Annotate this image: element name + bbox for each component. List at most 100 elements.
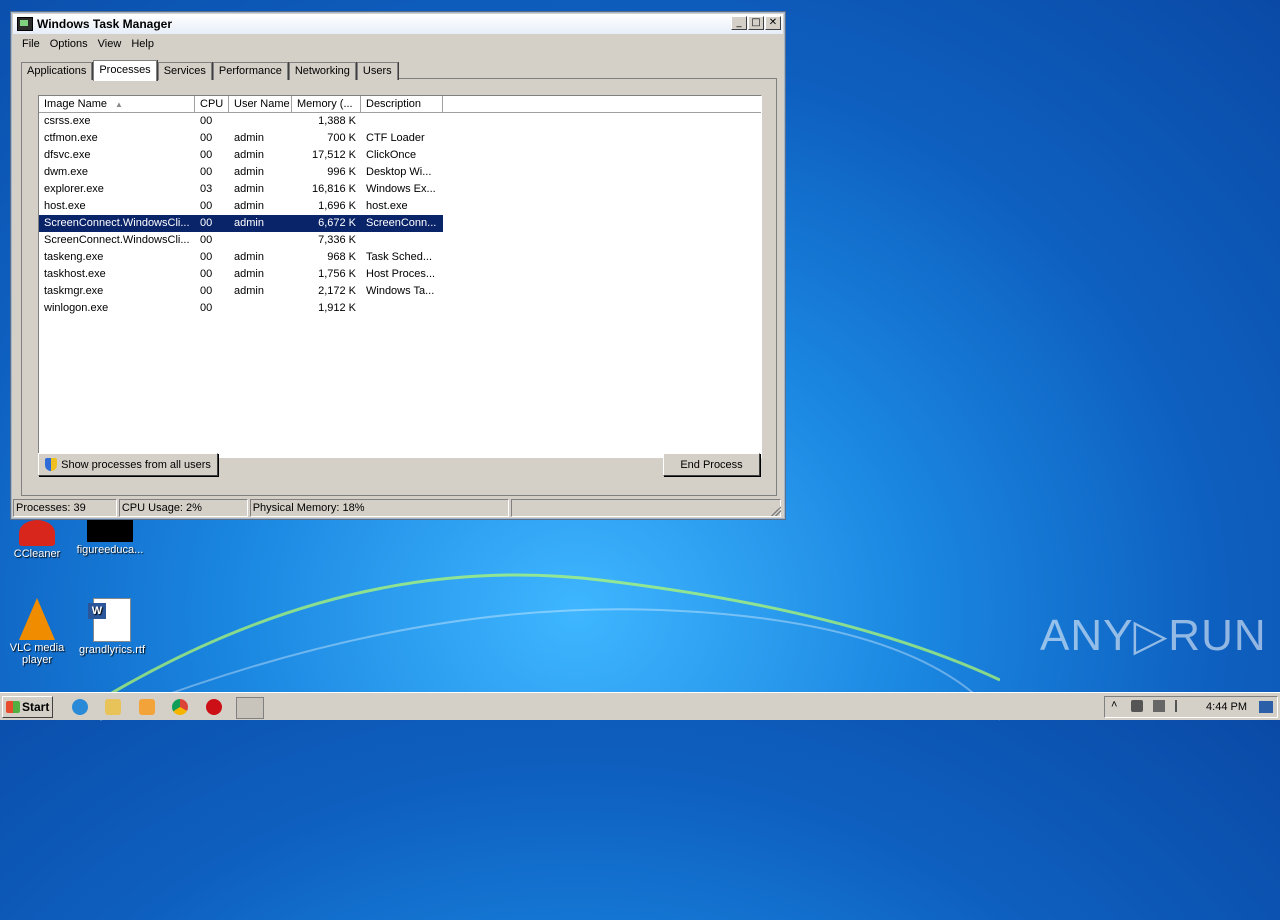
process-row[interactable]: taskeng.exe 00 admin 968 K Task Sched... bbox=[39, 249, 761, 266]
process-memory: 2,172 K bbox=[318, 285, 356, 297]
process-row[interactable]: ScreenConnect.WindowsCli... 00 7,336 K bbox=[39, 232, 761, 249]
status-physical-memory: Physical Memory: 18% bbox=[249, 499, 510, 517]
process-memory: 1,756 K bbox=[318, 268, 356, 280]
show-desktop-icon[interactable] bbox=[1259, 701, 1273, 713]
tab-processes[interactable]: Processes bbox=[93, 60, 157, 81]
process-row[interactable]: taskmgr.exe 00 admin 2,172 K Windows Ta... bbox=[39, 283, 761, 300]
process-row[interactable]: explorer.exe 03 admin 16,816 K Windows Ex... bbox=[39, 181, 761, 198]
process-description: host.exe bbox=[366, 200, 408, 212]
process-user-name bbox=[229, 113, 292, 130]
process-memory: 968 K bbox=[327, 251, 356, 263]
desktop-icon-figureeduca[interactable]: figureeduca... bbox=[75, 520, 145, 556]
process-description: Windows Ex... bbox=[366, 183, 436, 195]
window-title: Windows Task Manager bbox=[37, 17, 173, 31]
desktop-icon-label: VLC media player bbox=[9, 642, 65, 666]
process-image-name: winlogon.exe bbox=[44, 302, 109, 314]
column-header-label: Image Name bbox=[44, 98, 107, 110]
process-image-name: host.exe bbox=[44, 200, 86, 212]
process-memory: 700 K bbox=[327, 132, 356, 144]
taskbar: Start ˄ 4:44 PM bbox=[0, 692, 1280, 720]
process-list[interactable]: Image Name ▲ CPU User Name Memory (... De… bbox=[38, 95, 762, 458]
desktop-icon-grandlyrics[interactable]: W grandlyrics.rtf bbox=[77, 598, 147, 656]
show-hidden-icons-icon[interactable]: ˄ bbox=[1111, 699, 1117, 711]
process-memory: 6,672 K bbox=[292, 215, 361, 232]
resize-grip[interactable] bbox=[771, 506, 781, 516]
process-memory: 1,912 K bbox=[318, 302, 356, 314]
media-player-icon[interactable] bbox=[139, 699, 155, 715]
process-user-name: admin bbox=[234, 285, 264, 297]
tab-performance[interactable]: Performance bbox=[212, 62, 288, 80]
process-memory: 17,512 K bbox=[311, 149, 356, 161]
menu-help[interactable]: Help bbox=[126, 36, 159, 52]
process-row[interactable]: dfsvc.exe 00 admin 17,512 K ClickOnce bbox=[39, 147, 761, 164]
process-memory: 1,388 K bbox=[318, 115, 356, 127]
process-row[interactable]: ctfmon.exe 00 admin 700 K CTF Loader bbox=[39, 130, 761, 147]
process-user-name: admin bbox=[234, 251, 264, 263]
column-header-user-name[interactable]: User Name bbox=[229, 96, 292, 112]
process-image-name: explorer.exe bbox=[44, 183, 104, 195]
internet-explorer-icon[interactable] bbox=[72, 699, 88, 715]
volume-icon[interactable] bbox=[1131, 700, 1143, 712]
explorer-folder-icon[interactable] bbox=[105, 699, 121, 715]
desktop-icon-label: figureeduca... bbox=[76, 544, 144, 556]
tab-users[interactable]: Users bbox=[356, 62, 398, 80]
show-all-processes-button[interactable]: Show processes from all users bbox=[38, 453, 218, 476]
process-description bbox=[361, 113, 443, 130]
tab-networking[interactable]: Networking bbox=[288, 62, 356, 80]
process-description: ScreenConn... bbox=[361, 215, 443, 232]
process-image-name: ScreenConnect.WindowsCli... bbox=[39, 215, 195, 232]
process-row[interactable]: host.exe 00 admin 1,696 K host.exe bbox=[39, 198, 761, 215]
process-memory: 16,816 K bbox=[311, 183, 356, 195]
chrome-icon[interactable] bbox=[172, 699, 188, 715]
maximize-button[interactable]: □ bbox=[748, 16, 764, 30]
menu-options[interactable]: Options bbox=[45, 36, 93, 52]
process-description: Task Sched... bbox=[366, 251, 433, 263]
minimize-button[interactable]: _ bbox=[731, 16, 747, 30]
menu-bar: File Options View Help bbox=[17, 36, 159, 52]
title-bar[interactable]: Windows Task Manager _ □ ✕ bbox=[13, 14, 783, 34]
ccleaner-icon bbox=[19, 520, 55, 546]
tab-services[interactable]: Services bbox=[157, 62, 212, 80]
process-cpu: 00 bbox=[200, 234, 213, 246]
menu-file[interactable]: File bbox=[17, 36, 45, 52]
process-image-name: dwm.exe bbox=[44, 166, 89, 178]
desktop-icon-ccleaner[interactable]: CCleaner bbox=[2, 520, 72, 560]
process-image-name: dfsvc.exe bbox=[44, 149, 91, 161]
column-header-cpu[interactable]: CPU bbox=[195, 96, 229, 112]
process-memory: 996 K bbox=[327, 166, 356, 178]
desktop-icon-vlc[interactable]: VLC media player bbox=[2, 598, 72, 666]
tab-applications[interactable]: Applications bbox=[21, 62, 93, 80]
file-thumbnail-icon bbox=[87, 520, 133, 542]
process-description: CTF Loader bbox=[366, 132, 425, 144]
process-row[interactable]: taskhost.exe 00 admin 1,756 K Host Proces... bbox=[39, 266, 761, 283]
process-row[interactable]: ScreenConnect.WindowsCli... 00 admin 6,672 … bbox=[39, 215, 761, 232]
clock[interactable]: 4:44 PM bbox=[1206, 701, 1247, 713]
action-center-flag-icon[interactable] bbox=[1175, 700, 1189, 712]
process-row[interactable]: dwm.exe 00 admin 996 K Desktop Wi... bbox=[39, 164, 761, 181]
opera-icon[interactable] bbox=[206, 699, 222, 715]
network-icon[interactable] bbox=[1153, 700, 1165, 712]
status-empty bbox=[511, 499, 781, 517]
column-header-image-name[interactable]: Image Name ▲ bbox=[39, 96, 195, 112]
process-user-name: admin bbox=[234, 132, 264, 144]
column-header-description[interactable]: Description bbox=[361, 96, 443, 112]
start-button[interactable]: Start bbox=[2, 696, 53, 718]
process-row[interactable]: csrss.exe 00 1,388 K bbox=[39, 113, 761, 130]
process-memory: 7,336 K bbox=[318, 234, 356, 246]
task-manager-taskbar-icon[interactable] bbox=[236, 697, 264, 719]
process-description: Windows Ta... bbox=[366, 285, 435, 297]
end-process-button[interactable]: End Process bbox=[663, 453, 760, 476]
process-description: ClickOnce bbox=[366, 149, 417, 161]
status-processes: Processes: 39 bbox=[13, 499, 117, 517]
process-image-name: ScreenConnect.WindowsCli... bbox=[44, 234, 190, 246]
process-image-name: taskeng.exe bbox=[44, 251, 104, 263]
column-header-memory[interactable]: Memory (... bbox=[292, 96, 361, 112]
status-cpu-usage: CPU Usage: 2% bbox=[118, 499, 248, 517]
process-cpu: 03 bbox=[200, 183, 213, 195]
menu-view[interactable]: View bbox=[93, 36, 127, 52]
task-manager-window: Windows Task Manager _ □ ✕ File Options … bbox=[10, 11, 786, 520]
close-button[interactable]: ✕ bbox=[765, 16, 781, 30]
process-cpu: 00 bbox=[195, 215, 229, 232]
system-tray: ˄ 4:44 PM bbox=[1104, 696, 1278, 718]
process-row[interactable]: winlogon.exe 00 1,912 K bbox=[39, 300, 761, 317]
